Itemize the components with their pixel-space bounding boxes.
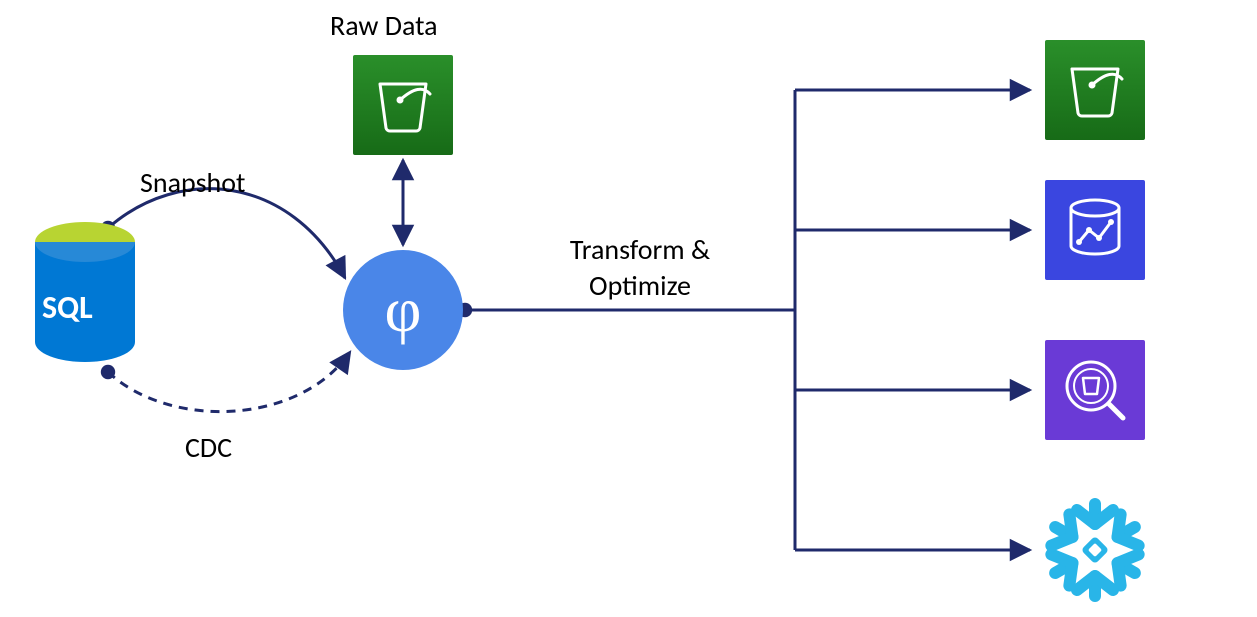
snowflake-icon bbox=[1035, 490, 1155, 610]
edge-cdc bbox=[108, 352, 350, 412]
s3-bucket-dest-icon bbox=[1045, 40, 1145, 140]
label-cdc: CDC bbox=[185, 430, 232, 465]
sql-label: SQL bbox=[42, 288, 93, 327]
label-transform-line2: Optimize bbox=[530, 268, 750, 303]
label-raw-data: Raw Data bbox=[330, 8, 438, 43]
phi-glyph: φ bbox=[385, 273, 422, 347]
s3-bucket-raw-icon bbox=[353, 55, 453, 155]
label-transform-line1: Transform & bbox=[530, 232, 750, 267]
edge-snapshot bbox=[108, 189, 345, 278]
athena-query-icon bbox=[1045, 340, 1145, 440]
label-snapshot: Snapshot bbox=[140, 165, 245, 200]
phi-processor-icon: φ bbox=[343, 250, 463, 370]
sql-database-icon: SQL bbox=[30, 218, 140, 378]
analytics-service-icon bbox=[1045, 180, 1145, 280]
